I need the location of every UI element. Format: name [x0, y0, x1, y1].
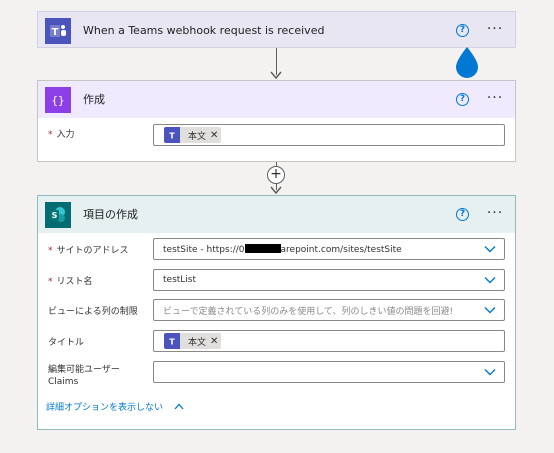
token-label: 本文 — [188, 337, 207, 348]
trigger-title: When a Teams webhook request is received — [83, 24, 325, 37]
title-input-field[interactable]: T 本文 ✕ — [153, 330, 505, 352]
view-limit-placeholder: ビューで定義されている列のみを使用して、列のしきい値の問題を回避! — [163, 306, 454, 317]
help-icon[interactable]: ? — [456, 208, 469, 221]
required-mark: * — [48, 130, 53, 140]
sharepoint-icon: S — [45, 202, 71, 228]
list-name-dropdown[interactable]: testList — [153, 269, 505, 291]
compose-header[interactable]: {} 作成 ? ··· — [38, 81, 515, 118]
create-item-title: 項目の作成 — [83, 208, 138, 221]
more-options-icon[interactable]: ··· — [485, 90, 505, 106]
list-name-label: * リスト名 — [48, 274, 93, 287]
input-label-text: 入力 — [56, 130, 75, 140]
list-name-label-text: リスト名 — [56, 277, 93, 287]
required-mark: * — [48, 246, 53, 256]
more-options-icon[interactable]: ··· — [485, 205, 505, 221]
teams-icon: T — [45, 18, 71, 44]
svg-text:T: T — [169, 338, 175, 347]
drop-marker-icon — [456, 47, 478, 78]
editor-claims-label-line2: Claims — [48, 377, 79, 387]
hide-advanced-options-link[interactable]: 詳細オプションを表示しない — [46, 400, 184, 413]
list-name-value: testList — [163, 275, 197, 285]
help-icon[interactable]: ? — [456, 93, 469, 106]
compose-icon: {} — [45, 87, 71, 113]
arrow-down-icon — [270, 71, 282, 79]
site-address-dropdown[interactable]: testSite - https://0 arepoint.com/sites/t… — [153, 238, 505, 260]
title-label: タイトル — [48, 338, 85, 348]
compose-card[interactable]: {} 作成 ? ··· * 入力 T 本文 ✕ — [37, 80, 516, 162]
input-label: * 入力 — [48, 127, 75, 140]
editor-claims-label: 編集可能ユーザー Claims — [48, 364, 120, 388]
teams-icon: T — [164, 127, 180, 143]
site-address-label: * サイトのアドレス — [48, 243, 129, 256]
view-limit-dropdown[interactable]: ビューで定義されている列のみを使用して、列のしきい値の問題を回避! — [153, 299, 505, 321]
view-limit-label: ビューによる列の制限 — [48, 307, 138, 317]
required-mark: * — [48, 277, 53, 287]
chevron-down-icon[interactable] — [484, 367, 496, 377]
dynamic-content-token[interactable]: T 本文 ✕ — [164, 127, 222, 143]
editor-claims-dropdown[interactable] — [153, 361, 505, 383]
remove-token-icon[interactable]: ✕ — [210, 336, 221, 347]
svg-text:T: T — [52, 27, 59, 38]
dynamic-content-token[interactable]: T 本文 ✕ — [164, 333, 222, 349]
more-options-icon[interactable]: ··· — [485, 21, 505, 37]
site-address-prefix: testSite - https://0 — [163, 244, 245, 255]
svg-text:T: T — [169, 132, 175, 141]
arrow-down-icon — [270, 186, 282, 194]
svg-text:{}: {} — [51, 94, 64, 107]
chevron-down-icon[interactable] — [484, 275, 496, 285]
trigger-card[interactable]: T When a Teams webhook request is receiv… — [37, 11, 516, 48]
svg-text:S: S — [52, 211, 58, 220]
chevron-down-icon[interactable] — [484, 305, 496, 315]
compose-input-field[interactable]: T 本文 ✕ — [153, 124, 505, 146]
chevron-down-icon[interactable] — [484, 244, 496, 254]
chevron-up-icon — [174, 403, 184, 410]
create-item-header[interactable]: S 項目の作成 ? ··· — [38, 196, 515, 233]
site-address-suffix: arepoint.com/sites/testSite — [280, 244, 402, 255]
editor-claims-label-line1: 編集可能ユーザー — [48, 365, 120, 375]
compose-title: 作成 — [83, 93, 105, 106]
site-address-label-text: サイトのアドレス — [56, 246, 129, 256]
token-label: 本文 — [188, 131, 207, 142]
trigger-header[interactable]: T When a Teams webhook request is receiv… — [38, 12, 515, 49]
redacted-block — [244, 243, 281, 253]
help-icon[interactable]: ? — [456, 24, 469, 37]
hide-advanced-options-text: 詳細オプションを表示しない — [46, 403, 164, 413]
remove-token-icon[interactable]: ✕ — [210, 130, 221, 141]
teams-icon: T — [164, 333, 180, 349]
site-address-value: testSite - https://0 arepoint.com/sites/t… — [154, 243, 504, 255]
add-step-button[interactable]: + — [267, 166, 285, 184]
create-item-card[interactable]: S 項目の作成 ? ··· * サイトのアドレス testSite - https… — [37, 195, 516, 430]
